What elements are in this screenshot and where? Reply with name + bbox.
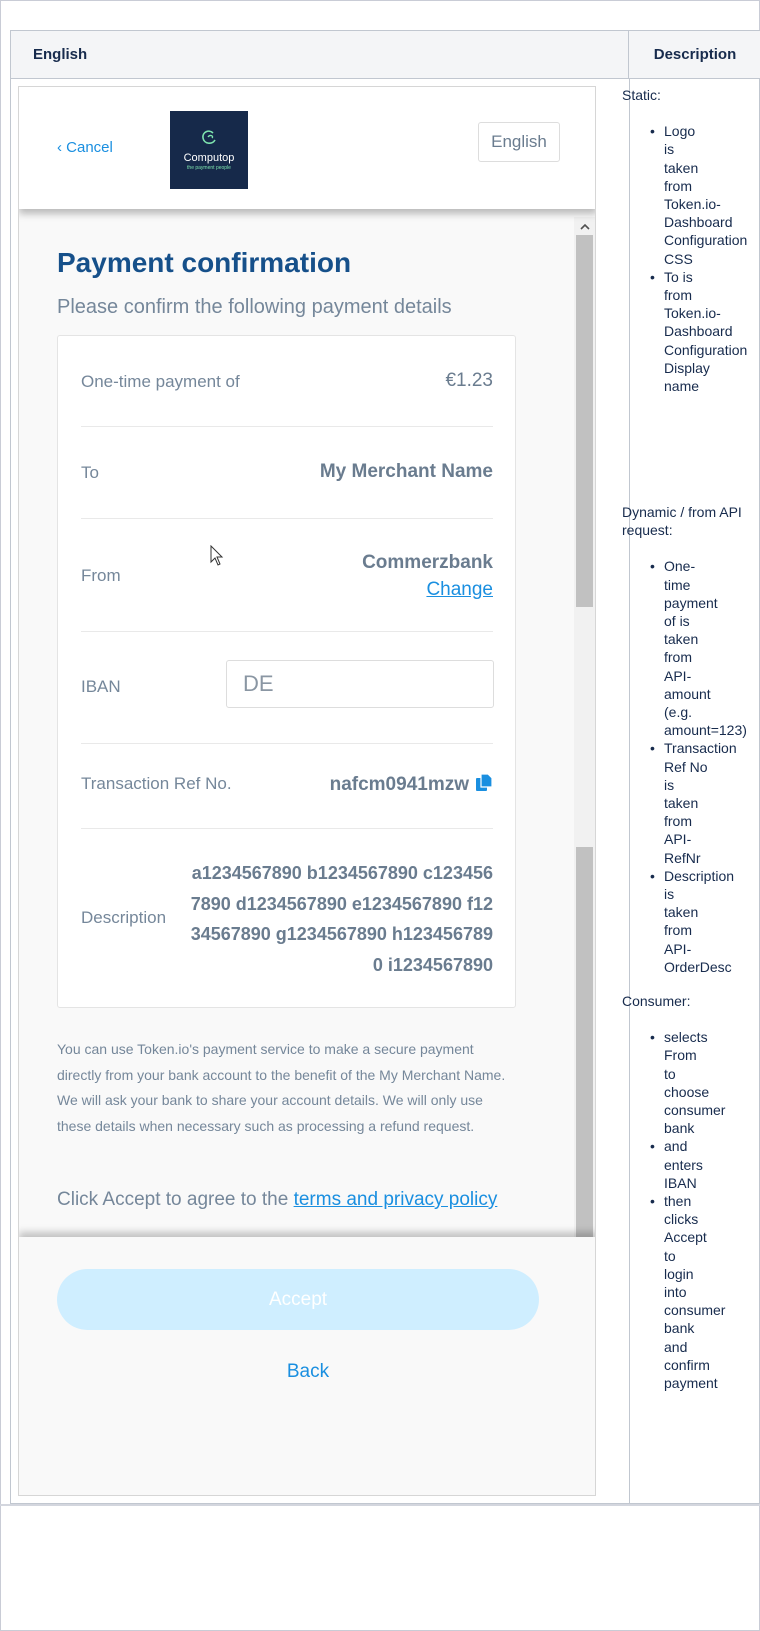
to-label: To [81, 463, 99, 482]
mouse-cursor-icon [210, 545, 224, 566]
back-link[interactable]: Back [19, 1361, 595, 1383]
payment-details-card: One-time payment of €1.23 To My Merchant… [57, 335, 516, 1008]
app-footer: Accept Back [19, 1237, 595, 1495]
dynamic-item: Description is taken from API-OrderDesc [622, 867, 734, 976]
page-subtitle: Please confirm the following payment det… [57, 296, 452, 318]
scrollbar[interactable] [574, 217, 595, 1380]
merchant-logo: Computop the payment people [170, 111, 248, 189]
static-section: Static: Logo is taken from Token.io-Dash… [622, 86, 747, 395]
iban-label: IBAN [81, 677, 121, 696]
column-header-description: Description [629, 31, 760, 79]
copy-icon[interactable] [475, 773, 493, 792]
detail-row-description: Description a1234567890 b1234567890 c123… [81, 828, 493, 1008]
info-paragraph-1: You can use Token.io's payment service t… [57, 1041, 506, 1083]
scrollbar-thumb-upper[interactable] [576, 235, 593, 607]
dynamic-section: Dynamic / from API request: One-time pay… [622, 503, 756, 976]
consumer-item: then clicks Accept to login into consume… [622, 1192, 725, 1392]
dynamic-heading: Dynamic / from API request: [622, 504, 742, 539]
payment-screenshot: ‹ Cancel Computop the payment people Eng… [18, 86, 596, 1496]
detail-row-amount: One-time payment of €1.23 [81, 336, 493, 427]
detail-row-from: From Commerzbank Change [81, 518, 493, 632]
consumer-list: selects From to choose consumer bank and… [622, 1028, 725, 1392]
accept-button[interactable]: Accept [57, 1269, 539, 1330]
consumer-section: Consumer: selects From to choose consume… [622, 992, 725, 1392]
dynamic-item: One-time payment of is taken from API-am… [622, 557, 747, 739]
logo-tagline: the payment people [187, 165, 231, 171]
detail-row-to: To My Merchant Name [81, 426, 493, 519]
reference-value-group: nafcm0941mzw [330, 773, 493, 796]
bottom-rule [0, 1504, 760, 1506]
description-label: Description [81, 908, 167, 927]
detail-row-reference: Transaction Ref No. nafcm0941mzw [81, 743, 493, 829]
app-header: ‹ Cancel Computop the payment people Eng… [19, 87, 595, 209]
logo-swirl-icon [199, 129, 219, 150]
page-title: Payment confirmation [57, 247, 352, 278]
static-heading: Static: [622, 87, 661, 103]
language-selector[interactable]: English [478, 122, 560, 162]
detail-row-iban: IBAN DE [81, 631, 494, 744]
amount-label: One-time payment of [81, 372, 240, 391]
from-bank-value: Commerzbank [362, 552, 493, 573]
info-paragraph-2: We will ask your bank to share your acco… [57, 1092, 483, 1134]
static-item: To is from Token.io-Dashboard Configurat… [622, 268, 747, 395]
dynamic-item: Transaction Ref No is taken from API-Ref… [622, 739, 737, 866]
consumer-item: selects From to choose consumer bank [622, 1028, 725, 1137]
from-label: From [81, 566, 121, 585]
terms-notice: Click Accept to agree to the terms and p… [57, 1189, 497, 1211]
static-item: Logo is taken from Token.io-Dashboard Co… [622, 122, 747, 268]
reference-value: nafcm0941mzw [329, 774, 469, 795]
column-header-english: English [11, 31, 629, 79]
scroll-up-icon[interactable] [574, 217, 595, 235]
terms-link[interactable]: terms and privacy policy [294, 1189, 498, 1210]
description-value: a1234567890 b1234567890 c1234567890 d123… [190, 863, 493, 975]
terms-prefix: Click Accept to agree to the [57, 1189, 294, 1210]
static-list: Logo is taken from Token.io-Dashboard Co… [622, 122, 747, 395]
reference-label: Transaction Ref No. [81, 774, 232, 793]
to-value: My Merchant Name [319, 461, 493, 482]
service-info-text: You can use Token.io's payment service t… [57, 1037, 517, 1139]
iban-input[interactable]: DE [226, 660, 494, 708]
change-bank-link[interactable]: Change [426, 579, 493, 601]
cancel-link[interactable]: ‹ Cancel [57, 139, 113, 156]
logo-name: Computop [183, 152, 235, 164]
consumer-item: and enters IBAN [622, 1137, 704, 1192]
amount-value: €1.23 [445, 370, 493, 391]
consumer-heading: Consumer: [622, 993, 691, 1009]
dynamic-list: One-time payment of is taken from API-am… [622, 557, 756, 976]
